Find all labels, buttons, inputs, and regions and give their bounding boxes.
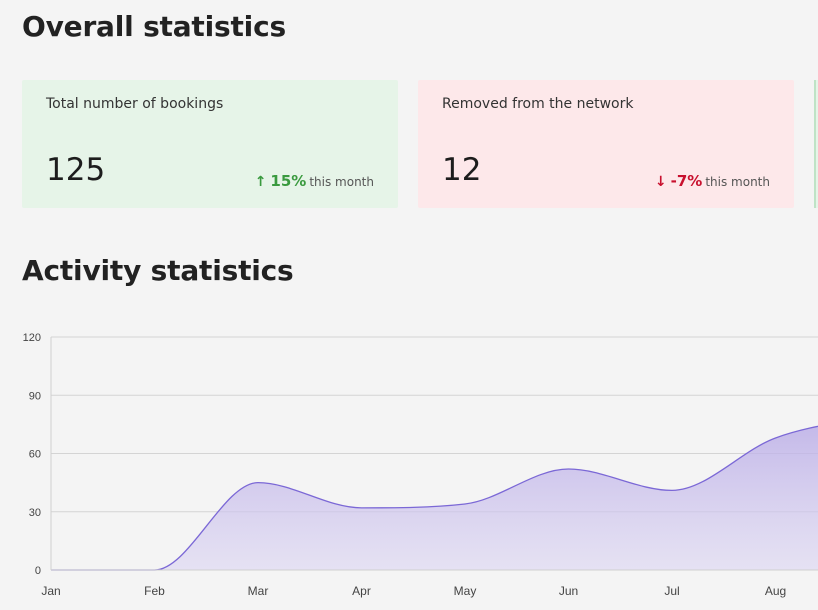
x-tick-label: Jun [559, 584, 578, 598]
bookings-card-label: Total number of bookings [46, 96, 224, 112]
x-tick-label: Feb [144, 584, 165, 598]
x-tick-label: May [454, 584, 477, 598]
x-tick-label: Mar [248, 584, 269, 598]
removed-card: Removed from the network 12 ↓ -7% this mon… [418, 80, 794, 208]
arrow-up-icon: ↑ [254, 174, 267, 190]
x-tick-label: Aug [765, 584, 786, 598]
bookings-trend-suffix: this month [309, 175, 374, 189]
y-tick-label: 120 [23, 332, 41, 344]
series-area-fill [51, 426, 818, 570]
y-tick-label: 90 [29, 390, 41, 402]
y-tick-label: 30 [29, 507, 41, 519]
x-tick-label: Apr [352, 584, 371, 598]
overall-statistics-title: Overall statistics [22, 10, 286, 43]
activity-chart: 0 30 60 90 120 Jan Feb Mar Apr May Jun Jul Aug [23, 332, 818, 598]
removed-card-value: 12 [442, 152, 482, 188]
bookings-card-value: 125 [46, 152, 106, 188]
arrow-down-icon: ↓ [654, 174, 667, 190]
removed-card-label: Removed from the network [442, 96, 634, 112]
chart-series-area [50, 425, 818, 571]
bookings-card: Total number of bookings 125 ↑ 15% this mo… [22, 80, 398, 208]
x-tick-label: Jul [664, 584, 679, 598]
page: Overall statistics Total number of booki… [0, 0, 818, 610]
y-tick-label: 0 [35, 565, 41, 577]
next-card-edge [814, 80, 816, 208]
bookings-trend-value: 15% [270, 172, 307, 190]
y-tick-label: 60 [29, 449, 41, 461]
x-tick-label: Jan [41, 584, 60, 598]
next-card-partial [814, 80, 818, 208]
removed-trend-value: -7% [670, 172, 703, 190]
bookings-trend: ↑ 15% this month [255, 171, 374, 190]
removed-trend-suffix: this month [705, 175, 770, 189]
removed-trend: ↓ -7% this month [655, 171, 770, 190]
activity-statistics-title: Activity statistics [22, 254, 294, 287]
